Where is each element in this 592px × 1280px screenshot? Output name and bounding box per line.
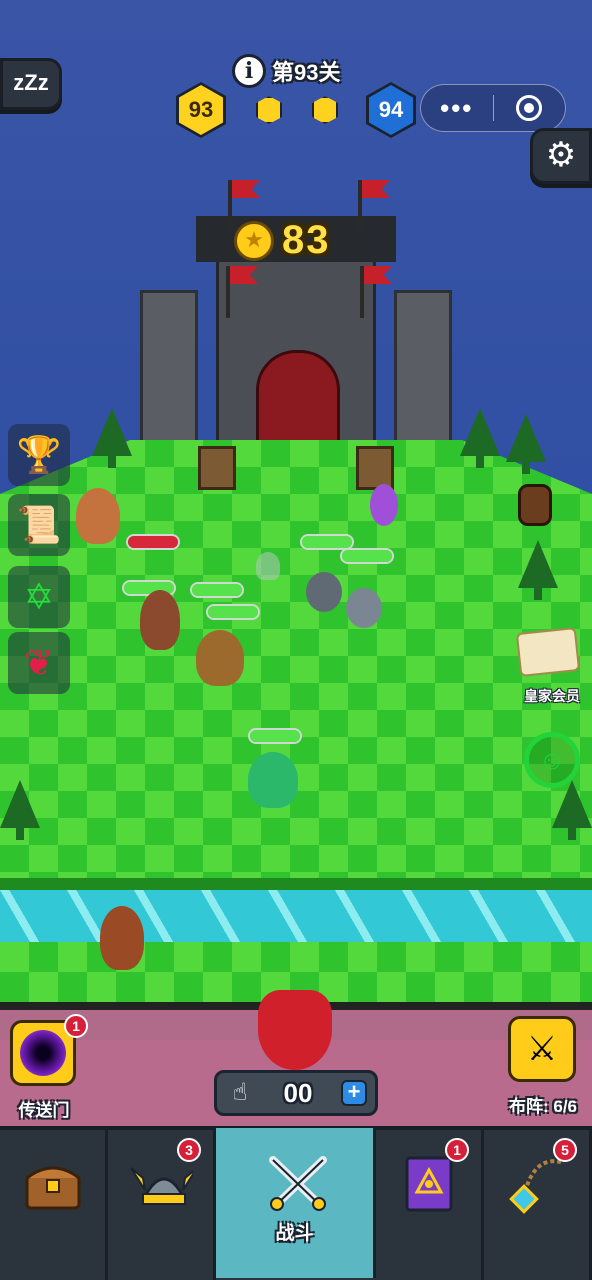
red-leaf-icon: ❦	[23, 642, 55, 683]
gear-icon: ⚙	[545, 136, 577, 174]
wooden-crate	[356, 446, 394, 490]
crossed-swords-icon	[263, 1150, 327, 1214]
health-fill	[342, 550, 392, 562]
unit-health-bar	[190, 582, 244, 598]
scroll-icon: 📜	[16, 504, 62, 545]
castle-gate	[256, 350, 340, 450]
treasure-chest-icon	[21, 1152, 85, 1216]
lineup-label: 布阵: 6/6	[508, 1097, 578, 1116]
level-progress-dot	[312, 96, 338, 124]
castle-coin-reward: ★ 83	[234, 218, 331, 263]
level-title: 第93关	[272, 60, 341, 85]
scroll-button[interactable]: 📜	[8, 494, 70, 556]
unit-health-bar	[248, 728, 302, 744]
tap-hand-icon: ☝	[232, 1079, 248, 1106]
close-mini-program-button[interactable]	[494, 95, 566, 121]
enemy-health-bar	[126, 534, 180, 550]
hexagram-button[interactable]: ✡	[8, 566, 70, 628]
gold-coin-icon: ★	[234, 220, 274, 261]
bench-hero-unit[interactable]	[100, 906, 144, 970]
leaf-button[interactable]: ❦	[8, 632, 70, 694]
target-icon	[516, 95, 543, 121]
brute-hero-unit[interactable]	[196, 630, 244, 686]
level-title-bar: i 第93关	[232, 54, 340, 88]
warrior-hero-unit[interactable]	[140, 590, 180, 650]
level-progress-dot	[256, 96, 282, 124]
current-level-number: 93	[179, 85, 223, 135]
spellbook-badge: 1	[445, 1138, 469, 1162]
next-level-hex: 94	[366, 82, 416, 138]
health-fill	[128, 536, 178, 548]
spiked-ball-enemy[interactable]	[346, 588, 382, 628]
archer-hero-unit[interactable]	[76, 488, 120, 544]
red-flag-icon	[360, 266, 364, 318]
tab-treasure[interactable]	[0, 1130, 108, 1280]
red-flag-icon	[358, 180, 362, 232]
spiked-ball-enemy[interactable]	[306, 572, 342, 612]
coin-count: 83	[282, 218, 331, 262]
wooden-crate	[198, 446, 236, 490]
royal-membership-card[interactable]	[515, 626, 581, 678]
unit-health-bar	[340, 548, 394, 564]
health-fill	[250, 730, 300, 742]
more-options-button[interactable]: •••	[421, 86, 493, 130]
spellbook-icon	[397, 1152, 461, 1216]
star-trophy-icon: 🏆	[16, 434, 62, 475]
tab-equipment[interactable]: 5	[484, 1130, 592, 1280]
health-fill	[192, 584, 242, 596]
red-flag-icon	[226, 266, 230, 318]
health-fill	[208, 606, 258, 618]
skull-icon	[256, 552, 280, 580]
add-summon-button[interactable]: +	[341, 1080, 367, 1106]
portal-label[interactable]: 传送门	[8, 1096, 80, 1121]
lineup-hero-icon: ⚔	[526, 1030, 558, 1068]
red-flag-icon	[228, 180, 232, 232]
info-icon[interactable]: i	[232, 54, 266, 88]
royal-membership-label[interactable]: 皇家会员	[512, 686, 592, 706]
viking-helmet-icon	[129, 1152, 193, 1216]
heroes-badge: 3	[177, 1138, 201, 1162]
lineup-button[interactable]: ⚔	[508, 1016, 576, 1082]
green-knight-unit[interactable]	[248, 752, 298, 808]
unit-health-bar	[206, 604, 260, 620]
summon-bar: ☝ 00 +	[214, 1070, 378, 1116]
next-level-number: 94	[369, 85, 413, 135]
tab-heroes[interactable]: 3	[108, 1130, 216, 1280]
emote-button[interactable]: ☺	[524, 732, 580, 788]
tab-battle[interactable]: 战斗	[216, 1128, 376, 1278]
red-dragon-hero[interactable]	[258, 990, 332, 1070]
smiley-icon: ☺	[538, 744, 566, 775]
health-fill	[302, 536, 352, 548]
amulet-icon	[505, 1152, 569, 1216]
barrel	[518, 484, 552, 526]
top-hud: zZz i 第93关 93 94 •••	[0, 0, 592, 140]
river	[0, 890, 592, 942]
tab-battle-label: 战斗	[275, 1223, 314, 1244]
purple-wisp-enemy[interactable]	[370, 484, 398, 526]
tab-spellbook[interactable]: 1	[376, 1130, 484, 1280]
bottom-nav: 3 战斗 1 5	[0, 1126, 592, 1280]
summon-count: 00	[283, 1077, 313, 1108]
portal-badge: 1	[64, 1014, 88, 1038]
equipment-badge: 5	[553, 1138, 577, 1162]
hexagram-icon: ✡	[23, 576, 55, 617]
tasks-button[interactable]: 🏆	[8, 424, 70, 486]
current-level-hex: 93	[176, 82, 226, 138]
settings-button[interactable]: ⚙	[530, 128, 592, 184]
portal-swirl-icon	[20, 1030, 66, 1076]
mini-program-capsule: •••	[420, 84, 566, 132]
sleep-button[interactable]: zZz	[0, 58, 62, 110]
